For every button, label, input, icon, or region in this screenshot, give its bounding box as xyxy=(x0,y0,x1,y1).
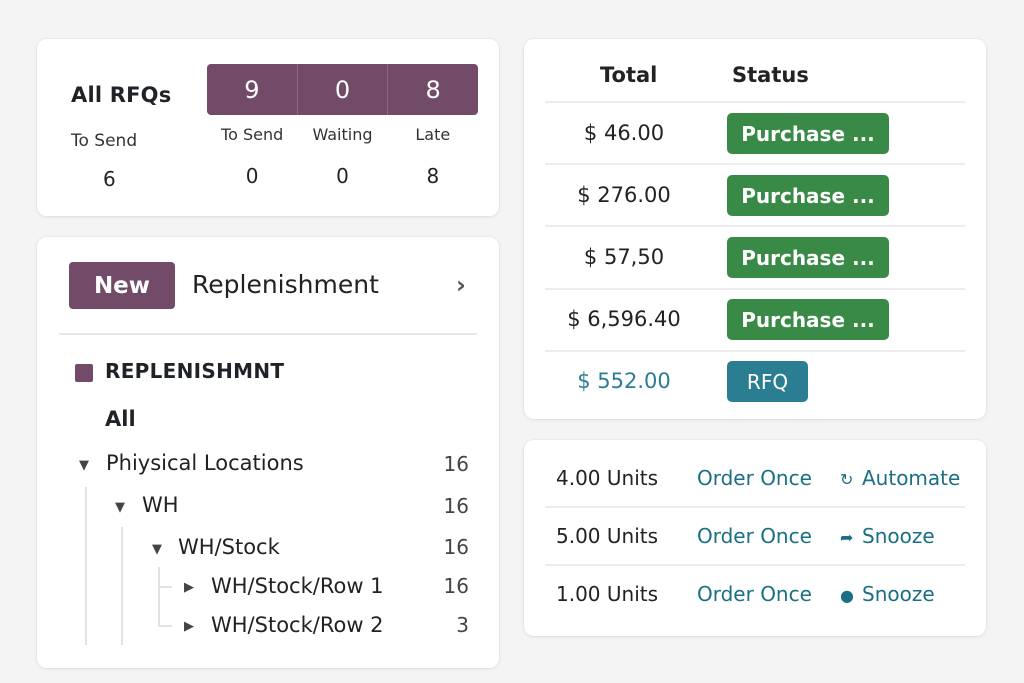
status-badge[interactable]: Purchase ... xyxy=(727,113,889,154)
rfq-column-late: Late 8 xyxy=(388,125,478,188)
order-once-button[interactable]: Order Once xyxy=(697,582,812,606)
tree-item-count: 3 xyxy=(456,613,469,637)
row-divider xyxy=(545,506,965,508)
order-amount: $ 6,596.40 xyxy=(567,307,681,331)
units-value: 4.00 Units xyxy=(556,466,659,490)
tree-item-count: 16 xyxy=(443,574,469,598)
status-badge[interactable]: Purchase ... xyxy=(727,299,889,340)
replenish-actions-card: 4.00 Units Order Once ↻ Automate 5.00 Uni… xyxy=(524,440,986,636)
tree-guide-line xyxy=(158,625,172,627)
tree-guide-line xyxy=(158,586,172,588)
tree-item-physical-locations[interactable]: Phiysical Locations xyxy=(106,451,304,475)
row-divider xyxy=(545,564,965,566)
column-header-status[interactable]: Status xyxy=(732,63,809,87)
tree-item-count: 16 xyxy=(443,494,469,518)
rfq-to-send-value[interactable]: 6 xyxy=(103,167,116,191)
orders-table-card: Total Status $ 46.00 Purchase ... $ 276.… xyxy=(524,39,986,419)
refresh-icon: ↻ xyxy=(840,470,854,489)
tree-item-count: 16 xyxy=(443,535,469,559)
rfq-column-waiting: Waiting 0 xyxy=(297,125,387,188)
chevron-right-icon[interactable]: › xyxy=(456,271,466,299)
column-header-total[interactable]: Total xyxy=(600,63,657,87)
rfq-tile-waiting[interactable]: 0 xyxy=(297,64,389,115)
row-divider xyxy=(545,350,965,352)
action-label: Snooze xyxy=(862,524,935,548)
order-amount: $ 276.00 xyxy=(577,183,671,207)
action-label: Automate xyxy=(862,466,961,490)
rfq-columns: To Send 0 Waiting 0 Late 8 xyxy=(207,125,478,188)
section-color-icon xyxy=(75,364,93,382)
rfq-to-send-label: To Send xyxy=(71,131,138,151)
order-amount: $ 46.00 xyxy=(583,121,665,145)
row-divider xyxy=(545,225,965,227)
status-badge[interactable]: Purchase ... xyxy=(727,175,889,216)
forward-arrow-icon: ➦ xyxy=(840,528,854,547)
rfq-column-value[interactable]: 8 xyxy=(388,164,478,188)
status-badge-rfq[interactable]: RFQ xyxy=(727,361,808,402)
action-label: Snooze xyxy=(862,582,935,606)
tree-item-wh-stock-row-2[interactable]: WH/Stock/Row 2 xyxy=(211,613,384,637)
rfq-column-value[interactable]: 0 xyxy=(207,164,297,188)
tree-guide-line xyxy=(85,487,87,645)
tree-item-wh-stock[interactable]: WH/Stock xyxy=(178,535,280,559)
tree-guide-line xyxy=(121,527,123,645)
order-once-button[interactable]: Order Once xyxy=(697,466,812,490)
row-divider xyxy=(545,163,965,165)
snooze-button[interactable]: ➦ Snooze xyxy=(840,524,935,548)
rfq-column-label: Late xyxy=(415,125,451,144)
rfq-tile-to-send[interactable]: 9 xyxy=(207,64,298,115)
order-amount: $ 552.00 xyxy=(577,369,671,393)
rfq-column-to-send: To Send 0 xyxy=(207,125,297,188)
caret-down-icon[interactable]: ▼ xyxy=(152,542,162,557)
divider xyxy=(59,333,477,335)
order-once-button[interactable]: Order Once xyxy=(697,524,812,548)
caret-right-icon[interactable]: ▶ xyxy=(184,619,194,634)
new-button[interactable]: New xyxy=(69,262,175,309)
snooze-button[interactable]: ● Snooze xyxy=(840,582,935,606)
row-divider xyxy=(545,101,965,103)
rfq-title[interactable]: All RFQs xyxy=(71,83,171,107)
tree-item-count: 16 xyxy=(443,452,469,476)
units-value: 1.00 Units xyxy=(556,582,659,606)
automate-button[interactable]: ↻ Automate xyxy=(840,466,960,490)
rfq-column-label: Waiting xyxy=(312,125,373,144)
order-amount: $ 57,50 xyxy=(583,245,665,269)
units-value: 5.00 Units xyxy=(556,524,659,548)
replenishment-card: New Replenishment › REPLENISHMNT All ▼ P… xyxy=(37,237,499,668)
page-title: Replenishment xyxy=(192,270,379,299)
tree-item-all[interactable]: All xyxy=(105,407,136,431)
tree-guide-line xyxy=(158,567,160,627)
row-divider xyxy=(545,288,965,290)
rfq-column-label: To Send xyxy=(221,125,284,144)
caret-right-icon[interactable]: ▶ xyxy=(184,580,194,595)
caret-down-icon[interactable]: ▼ xyxy=(115,500,125,515)
tree-item-wh-stock-row-1[interactable]: WH/Stock/Row 1 xyxy=(211,574,384,598)
rfq-column-value[interactable]: 0 xyxy=(297,164,387,188)
rfq-tile-late[interactable]: 8 xyxy=(388,64,478,115)
caret-down-icon[interactable]: ▼ xyxy=(79,458,89,473)
rfq-tiles: 9 0 8 xyxy=(207,64,478,115)
status-badge[interactable]: Purchase ... xyxy=(727,237,889,278)
info-circle-icon: ● xyxy=(840,586,854,605)
rfq-summary-card: All RFQs To Send 6 9 0 8 To Send 0 Waiti… xyxy=(37,39,499,216)
tree-item-wh[interactable]: WH xyxy=(142,493,179,517)
section-title: REPLENISHMNT xyxy=(105,359,285,383)
